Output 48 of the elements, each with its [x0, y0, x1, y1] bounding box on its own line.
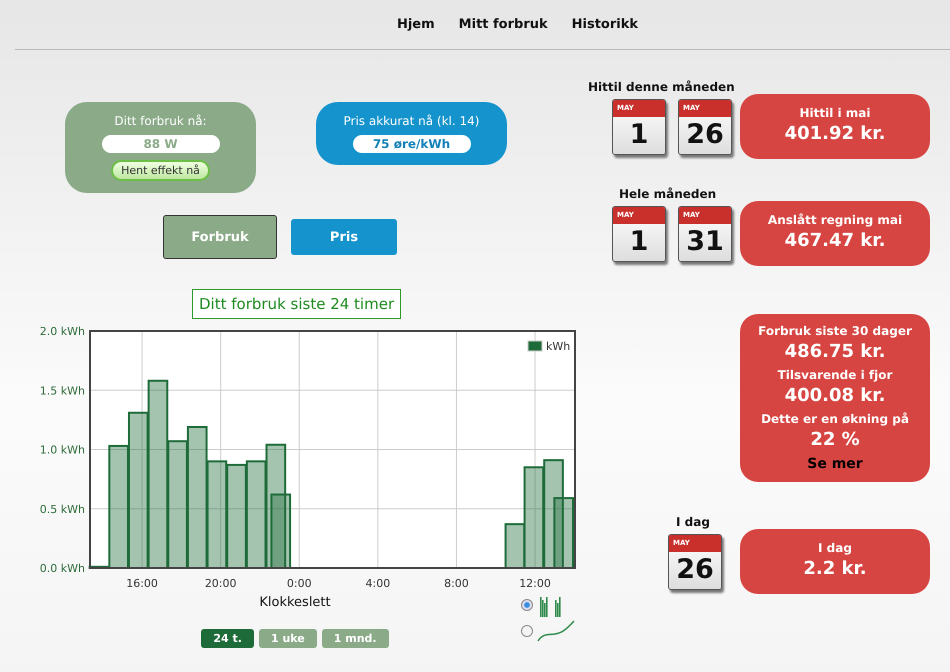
- summary-amount: 401.92 kr.: [784, 123, 886, 144]
- price-label: Pris akkurat nå (kl. 14): [344, 114, 480, 128]
- x-tick-label: 8:00: [444, 577, 469, 590]
- radio-button[interactable]: [521, 625, 533, 637]
- section-heading: Hittil denne måneden: [588, 80, 736, 94]
- section-heading: I dag: [676, 515, 711, 529]
- calendar-day: 26: [679, 116, 731, 154]
- section-heading: Hele måneden: [619, 187, 718, 201]
- see-more-link[interactable]: Se mer: [807, 456, 863, 472]
- range-button[interactable]: 24 t.: [201, 629, 254, 648]
- x-tick-label: 4:00: [366, 577, 390, 590]
- calendar-day: 1: [613, 224, 665, 260]
- x-tick-label: 20:00: [204, 577, 237, 590]
- calendar-day: 31: [679, 224, 731, 260]
- x-tick-label: 16:00: [126, 577, 158, 590]
- legend-label: kWh: [546, 340, 570, 353]
- summary-amount: 400.08 kr.: [784, 385, 886, 406]
- x-tick-label: 0:00: [286, 577, 312, 590]
- usage-label: Ditt forbruk nå:: [114, 114, 207, 128]
- view-tab[interactable]: Pris: [291, 219, 397, 255]
- nav-link[interactable]: Historikk: [572, 17, 638, 32]
- usage-value: 88 W: [102, 135, 220, 153]
- summary-amount: 486.75 kr.: [784, 341, 886, 362]
- x-axis-title: Klokkeslett: [259, 595, 331, 612]
- summary-amount: 22 %: [810, 429, 860, 450]
- y-tick-label: 2.0 kWh: [40, 325, 85, 338]
- y-tick-label: 0.5 kWh: [40, 502, 85, 516]
- chart-title: Ditt forbruk siste 24 timer: [192, 289, 402, 319]
- x-tick-label: 12:00: [519, 577, 551, 590]
- summary-label: Dette er en økning på: [761, 412, 909, 426]
- y-tick-label: 1.0 kWh: [40, 444, 85, 456]
- y-tick-label: 1.5 kWh: [40, 384, 85, 398]
- summary-amount: 467.47 kr.: [784, 230, 886, 251]
- nav-link[interactable]: Hjem: [396, 17, 435, 32]
- fetch-button[interactable]: Hent effekt nå: [111, 160, 210, 181]
- summary-amount: 2.2 kr.: [803, 558, 867, 579]
- summary-label: Tilsvarende i fjor: [778, 368, 892, 382]
- nav-link[interactable]: Mitt forbruk: [458, 17, 548, 32]
- calendar-day: 26: [669, 552, 721, 588]
- summary-label: Hittil i mai: [799, 106, 871, 120]
- summary-label: Anslått regning mai: [768, 213, 902, 227]
- summary-label: Forbruk siste 30 dager: [758, 324, 912, 338]
- calendar-day: 1: [613, 116, 665, 154]
- summary-label: I dag: [818, 541, 852, 555]
- line-chart-icon: [537, 619, 575, 643]
- y-tick-label: 0.0 kWh: [40, 562, 85, 575]
- price-value: 75 øre/kWh: [352, 135, 470, 153]
- radio-button[interactable]: [521, 599, 533, 611]
